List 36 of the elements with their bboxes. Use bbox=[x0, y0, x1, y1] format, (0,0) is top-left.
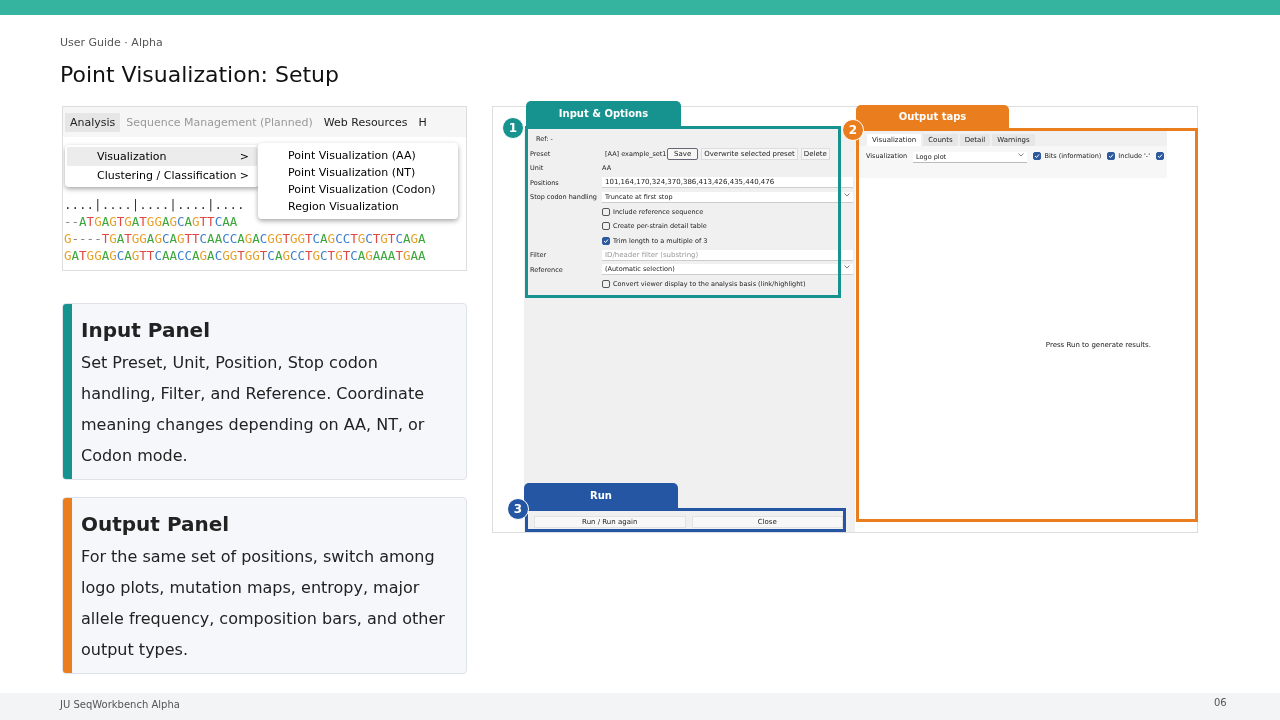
footer-text: JU SeqWorkbench Alpha bbox=[60, 699, 180, 710]
chevron-down-icon bbox=[1018, 153, 1025, 157]
menu-item[interactable]: Clustering / Classification > bbox=[67, 166, 257, 185]
sequence-line: G----TGATGGAGCAGTTCAACCAGACGGTGGTCAGCCTGCTGTCAGA bbox=[64, 230, 426, 247]
callout-number: 1 bbox=[502, 117, 524, 139]
checkbox[interactable] bbox=[602, 236, 610, 245]
menu-bar-item[interactable]: H bbox=[413, 112, 432, 132]
checkbox[interactable] bbox=[602, 207, 610, 216]
menu-item[interactable]: Point Visualization (NT) bbox=[258, 164, 458, 181]
card-text: For the same set of positions, switch among logo plots, mutation maps, entropy, major allele frequency, composition bars, and other output types. bbox=[81, 546, 446, 661]
chevron-down-icon bbox=[844, 265, 850, 269]
callout-label: Output taps bbox=[856, 105, 1009, 128]
checkbox[interactable] bbox=[602, 222, 610, 230]
card-text: Set Preset, Unit, Position, Stop codon handling, Filter, and Reference. Coordinate meaning changes depending on AA, NT, or Codon mode. bbox=[81, 352, 426, 467]
menu-item[interactable]: Visualization > bbox=[67, 147, 257, 166]
menu-bar-item[interactable]: Web Resources bbox=[318, 112, 413, 132]
chevron-down-icon bbox=[844, 192, 850, 197]
slide-title: Point Visualization: Setup bbox=[60, 62, 340, 87]
breadcrumb: User Guide · Alpha bbox=[60, 36, 163, 49]
sequence-line: --ATGAGTGATGGAGCAGTTCAA bbox=[64, 213, 238, 230]
callout-label: Run bbox=[524, 483, 678, 508]
menu-item[interactable]: Point Visualization (AA) bbox=[258, 147, 458, 164]
card-title: Input Panel bbox=[81, 318, 212, 342]
sequence-line: GATGGAGCAGTTCAACCAGACGGTGGTCAGCCTGCTGTCAGAAATGAA bbox=[64, 247, 426, 264]
page-number: 06 bbox=[1214, 697, 1227, 708]
ruler: ....|....|....|....|.... bbox=[64, 196, 245, 213]
checkbox[interactable] bbox=[1033, 152, 1042, 160]
callout-number: 3 bbox=[507, 498, 529, 520]
checkbox[interactable] bbox=[602, 280, 610, 288]
menu-bar-item[interactable]: Analysis bbox=[65, 112, 121, 132]
menu-item[interactable]: Region Visualization bbox=[258, 198, 458, 215]
menu-item[interactable]: Point Visualization (Codon) bbox=[258, 181, 458, 198]
callout-label: Input & Options bbox=[526, 101, 681, 126]
checkbox[interactable] bbox=[1107, 152, 1116, 160]
card-title: Output Panel bbox=[81, 512, 231, 536]
checkbox[interactable] bbox=[1156, 152, 1164, 160]
